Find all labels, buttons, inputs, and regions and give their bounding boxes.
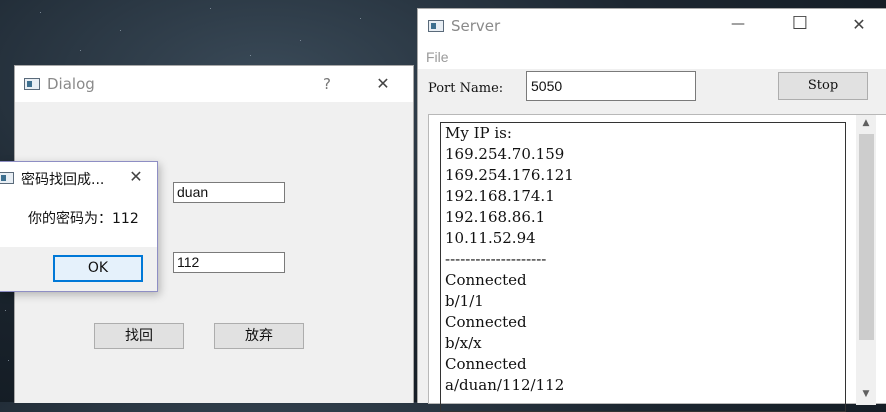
dialog-title: Dialog (47, 75, 95, 93)
close-icon[interactable]: ✕ (368, 74, 398, 93)
log-panel: My IP is: 169.254.70.159 169.254.176.121 19… (428, 114, 886, 412)
server-titlebar[interactable]: Server — ☐ ✕ (418, 9, 886, 45)
port-name-input[interactable]: 5050 (526, 71, 696, 101)
log-line: -------------------- (445, 250, 547, 268)
scroll-down-icon[interactable]: ▼ (860, 389, 872, 399)
maximize-icon[interactable]: ☐ (785, 13, 815, 34)
log-line: My IP is: (445, 124, 512, 142)
log-line: Connected (445, 271, 527, 289)
log-line: Connected (445, 355, 527, 373)
close-icon[interactable]: ✕ (122, 167, 150, 186)
scrollbar-thumb[interactable] (859, 134, 874, 340)
app-icon (0, 172, 14, 184)
server-title: Server (451, 17, 501, 35)
log-text-area[interactable]: My IP is: 169.254.70.159 169.254.176.121 19… (440, 122, 846, 412)
stop-button[interactable]: Stop (778, 72, 868, 100)
log-line: b/1/1 (445, 292, 484, 310)
scroll-up-icon[interactable]: ▲ (860, 118, 872, 128)
app-icon (24, 78, 40, 90)
dialog-titlebar[interactable]: Dialog ? ✕ (15, 66, 413, 102)
log-line: a/duan/112/112 (445, 376, 565, 394)
menu-file[interactable]: File (426, 49, 449, 65)
retrieve-button[interactable]: 找回 (94, 323, 184, 349)
message-text: 你的密码为：112 (28, 211, 139, 227)
server-window: Server — ☐ ✕ File Port Name: 5050 Stop M… (417, 8, 886, 412)
port-name-label: Port Name: (428, 81, 504, 96)
app-icon (428, 20, 444, 32)
log-line: 169.254.70.159 (445, 145, 565, 163)
ok-button[interactable]: OK (53, 255, 143, 282)
message-box-title: 密码找回成... (21, 172, 105, 188)
vertical-scrollbar[interactable]: ▲ ▼ (856, 115, 876, 405)
log-line: Connected (445, 313, 527, 331)
log-line: 192.168.86.1 (445, 208, 546, 226)
message-box-titlebar[interactable]: 密码找回成... ✕ (0, 162, 157, 194)
password-field[interactable]: 112 (173, 252, 285, 273)
log-line: 169.254.176.121 (445, 166, 574, 184)
server-menubar: File (418, 45, 886, 69)
log-line: b/x/x (445, 334, 482, 352)
log-line: 192.168.174.1 (445, 187, 555, 205)
minimize-icon[interactable]: — (723, 16, 753, 32)
abandon-button[interactable]: 放弃 (214, 323, 304, 349)
message-box-footer: OK (0, 247, 157, 291)
log-line: 10.11.52.94 (445, 229, 536, 247)
help-icon[interactable]: ? (312, 75, 342, 93)
close-icon[interactable]: ✕ (844, 15, 874, 34)
message-box: 密码找回成... ✕ 你的密码为：112 OK (0, 161, 158, 292)
username-field[interactable]: duan (173, 182, 285, 203)
